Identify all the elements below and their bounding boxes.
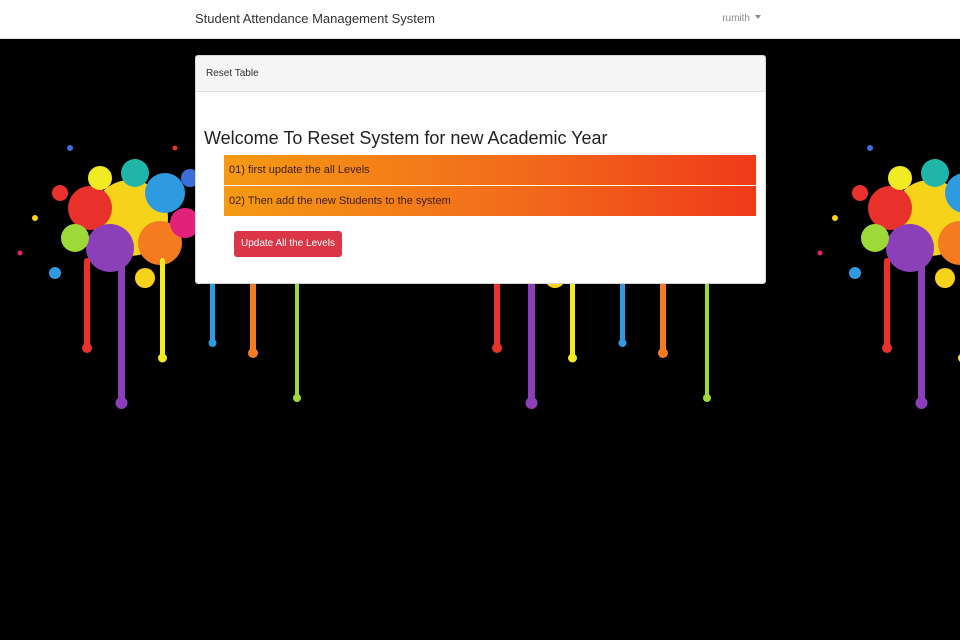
page: Student Attendance Management System rum… [0, 0, 960, 640]
card-header: Reset Table [196, 56, 765, 92]
top-navbar: Student Attendance Management System rum… [0, 0, 960, 39]
step-item-1: 01) first update the all Levels [224, 155, 756, 185]
reset-table-card: Reset Table Welcome To Reset System for … [195, 55, 766, 284]
update-levels-button[interactable]: Update All the Levels [234, 231, 342, 257]
step-item-2: 02) Then add the new Students to the sys… [224, 186, 756, 216]
user-menu-dropdown[interactable]: rumith [722, 13, 761, 24]
username-label: rumith [722, 13, 750, 24]
caret-down-icon [755, 15, 761, 20]
brand-link[interactable]: Student Attendance Management System [195, 11, 435, 26]
page-title: Welcome To Reset System for new Academic… [204, 128, 608, 148]
